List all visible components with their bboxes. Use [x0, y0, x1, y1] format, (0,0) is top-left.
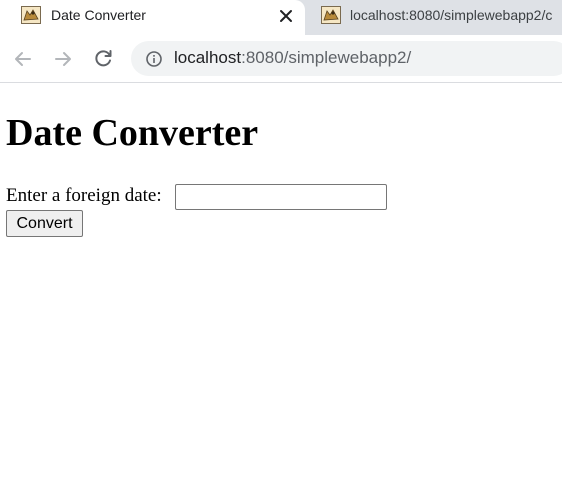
tab-title: Date Converter	[51, 7, 146, 23]
tomcat-icon	[21, 6, 41, 24]
back-arrow-icon[interactable]	[11, 47, 35, 71]
date-input-label: Enter a foreign date:	[6, 185, 162, 206]
browser-toolbar: localhost:8080/simplewebapp2/	[0, 35, 562, 83]
tab-date-converter[interactable]: Date Converter	[0, 0, 305, 35]
url-host: localhost	[174, 48, 242, 67]
foreign-date-input[interactable]	[175, 184, 387, 210]
forward-arrow-icon[interactable]	[51, 47, 75, 71]
browser-tabstrip: Date Converter localhost:8080/simpleweba…	[0, 0, 562, 35]
address-bar[interactable]: localhost:8080/simplewebapp2/	[131, 41, 562, 76]
tab-title: localhost:8080/simplewebapp2/c	[350, 7, 553, 23]
tab-localhost[interactable]: localhost:8080/simplewebapp2/c	[305, 0, 562, 35]
url-path: :8080/simplewebapp2/	[241, 48, 412, 67]
info-icon[interactable]	[145, 50, 163, 68]
page-title: Date Converter	[6, 112, 259, 154]
close-icon[interactable]	[275, 5, 297, 27]
page-content: Date Converter Enter a foreign date: Con…	[0, 83, 562, 484]
tomcat-icon	[321, 6, 341, 24]
convert-button[interactable]: Convert	[6, 210, 83, 237]
reload-icon[interactable]	[91, 47, 115, 71]
url-text[interactable]: localhost:8080/simplewebapp2/	[174, 48, 411, 68]
